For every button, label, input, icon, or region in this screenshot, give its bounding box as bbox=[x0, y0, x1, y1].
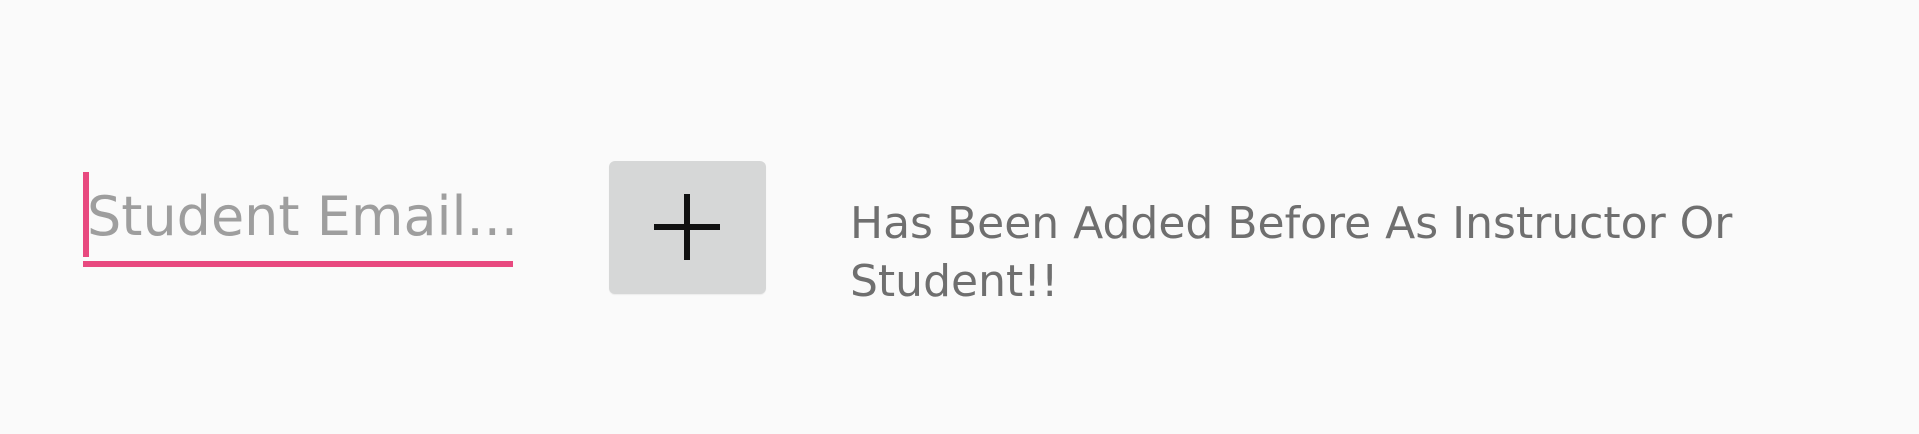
status-message: Has Been Added Before As Instructor Or S… bbox=[850, 198, 1733, 307]
plus-icon bbox=[654, 194, 720, 260]
text-cursor bbox=[83, 172, 89, 257]
add-student-button[interactable] bbox=[609, 161, 766, 294]
student-email-field[interactable] bbox=[83, 172, 513, 268]
student-email-input[interactable] bbox=[83, 172, 513, 260]
email-field-underline bbox=[83, 261, 513, 267]
